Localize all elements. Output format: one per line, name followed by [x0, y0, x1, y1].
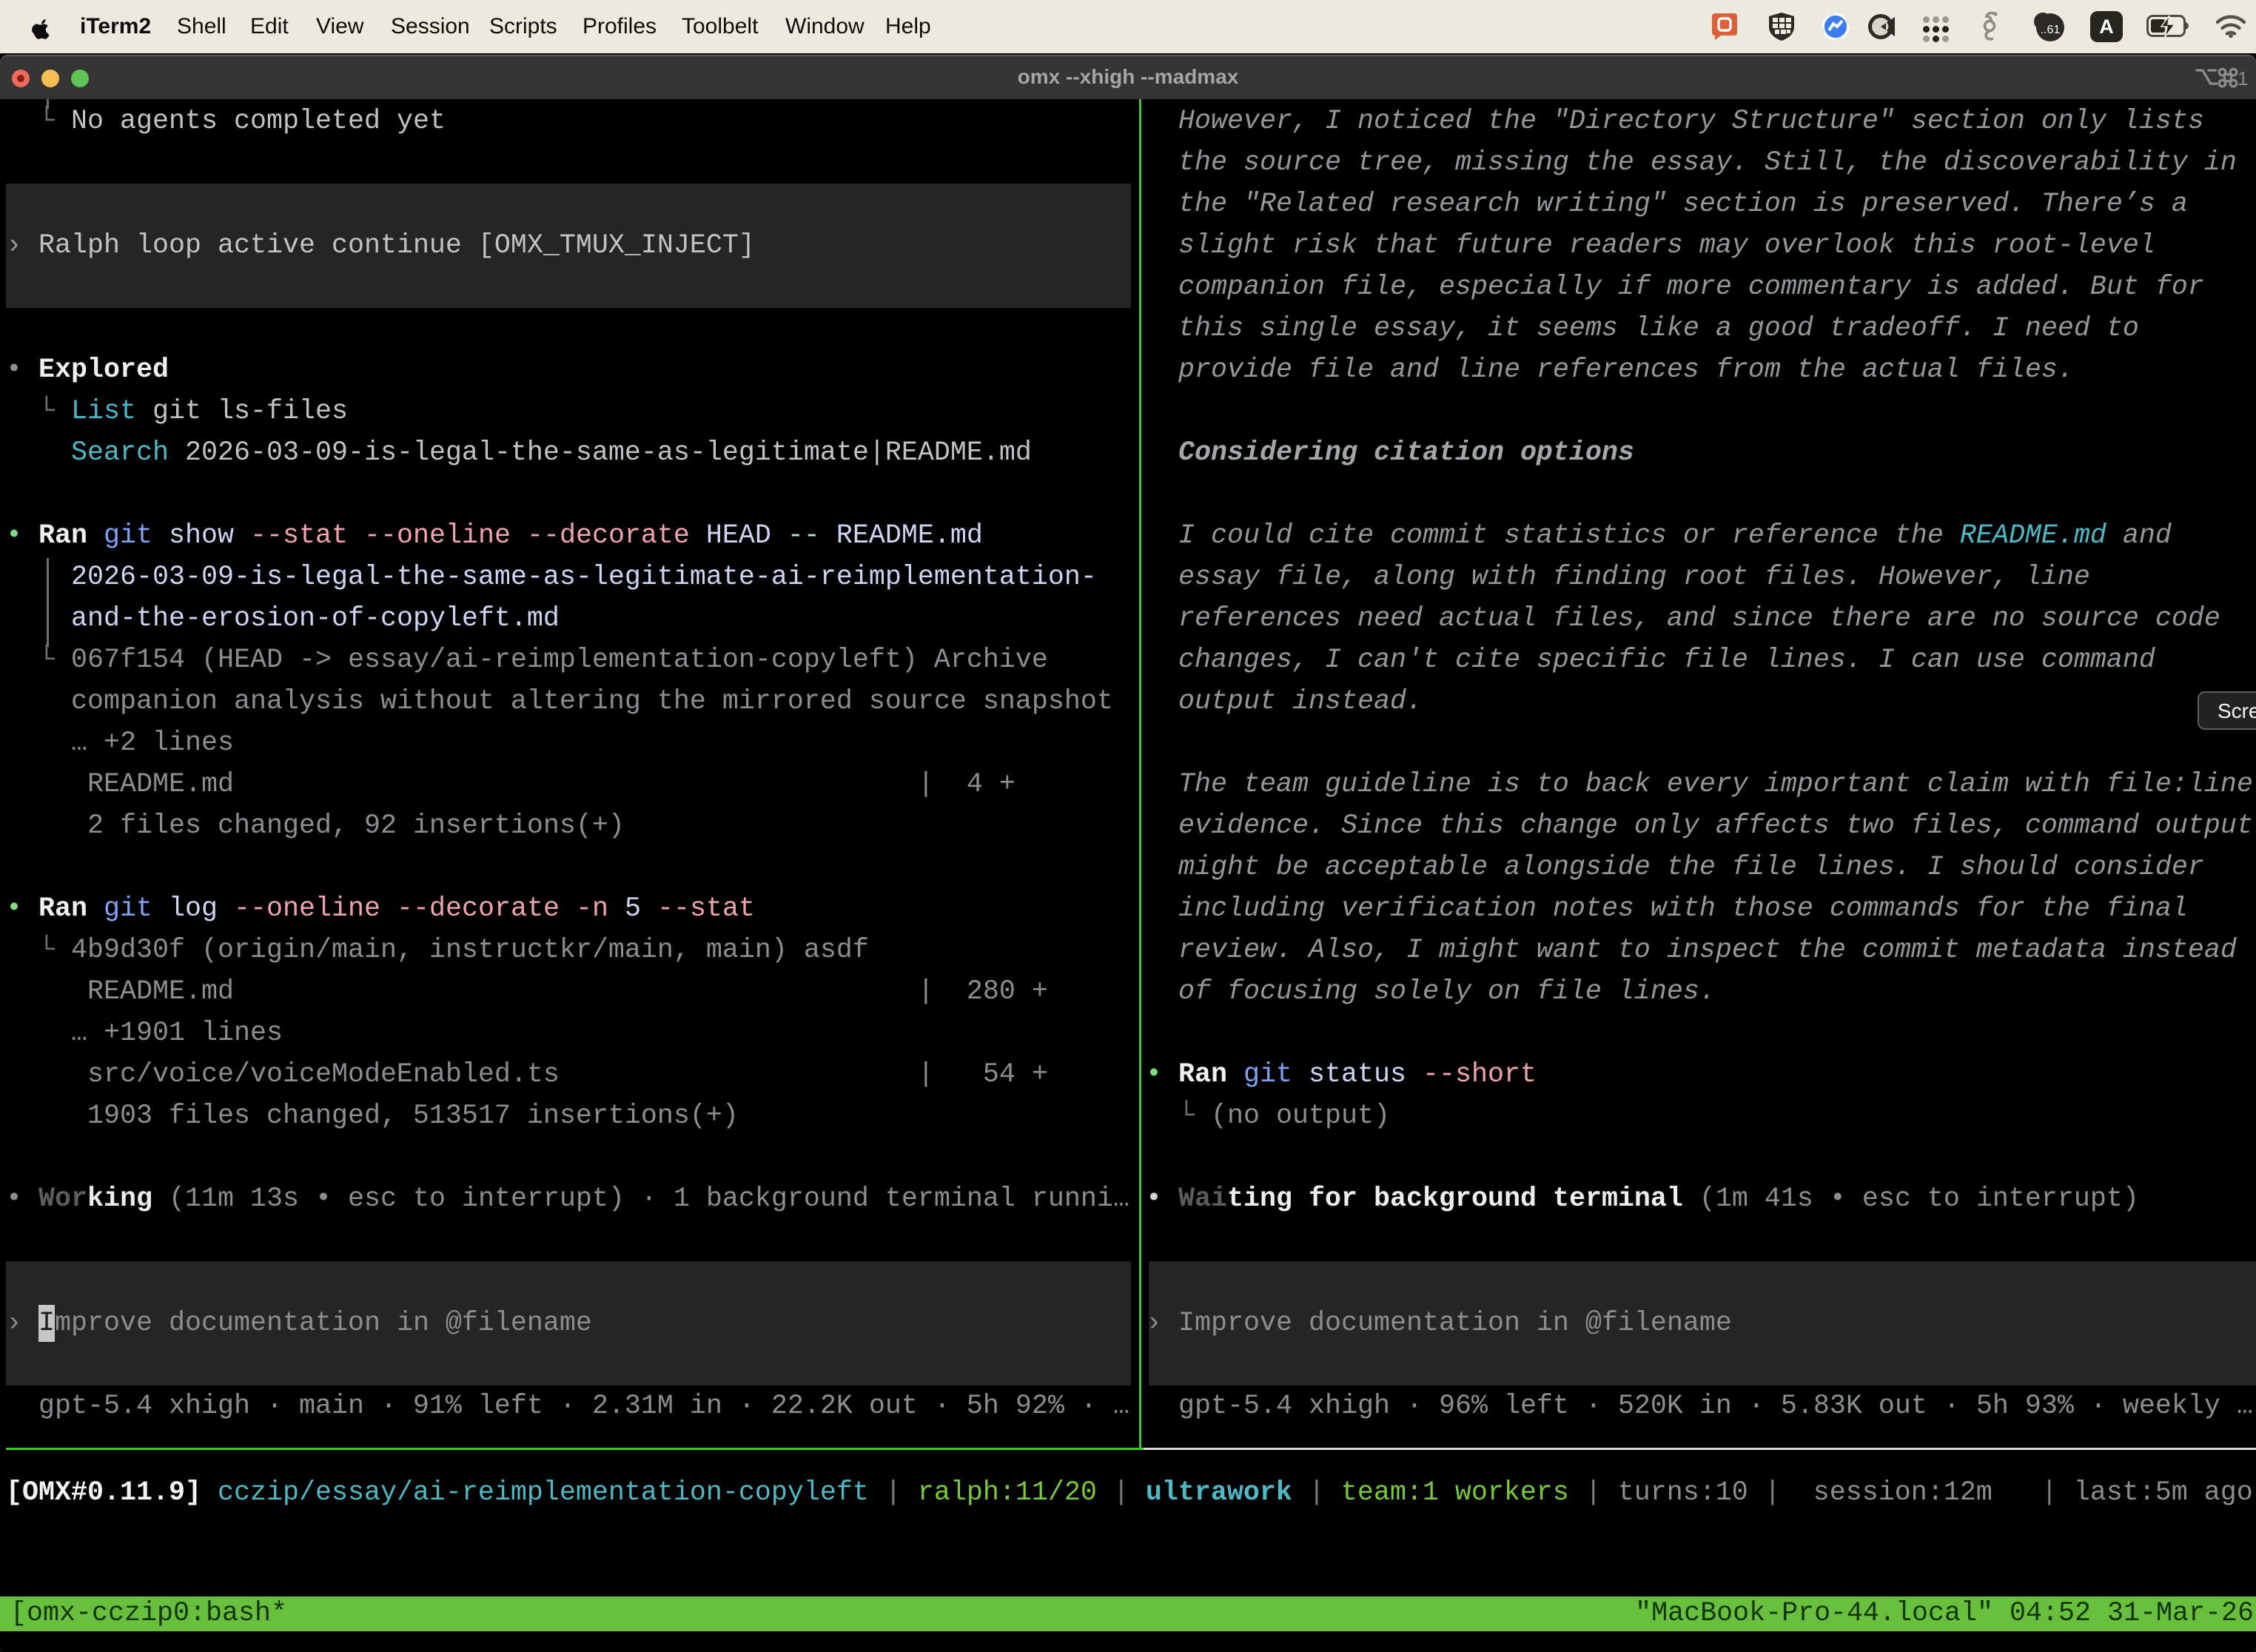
svg-text:1: 1 [2237, 67, 2248, 90]
svg-text:..61: ..61 [2041, 24, 2061, 36]
